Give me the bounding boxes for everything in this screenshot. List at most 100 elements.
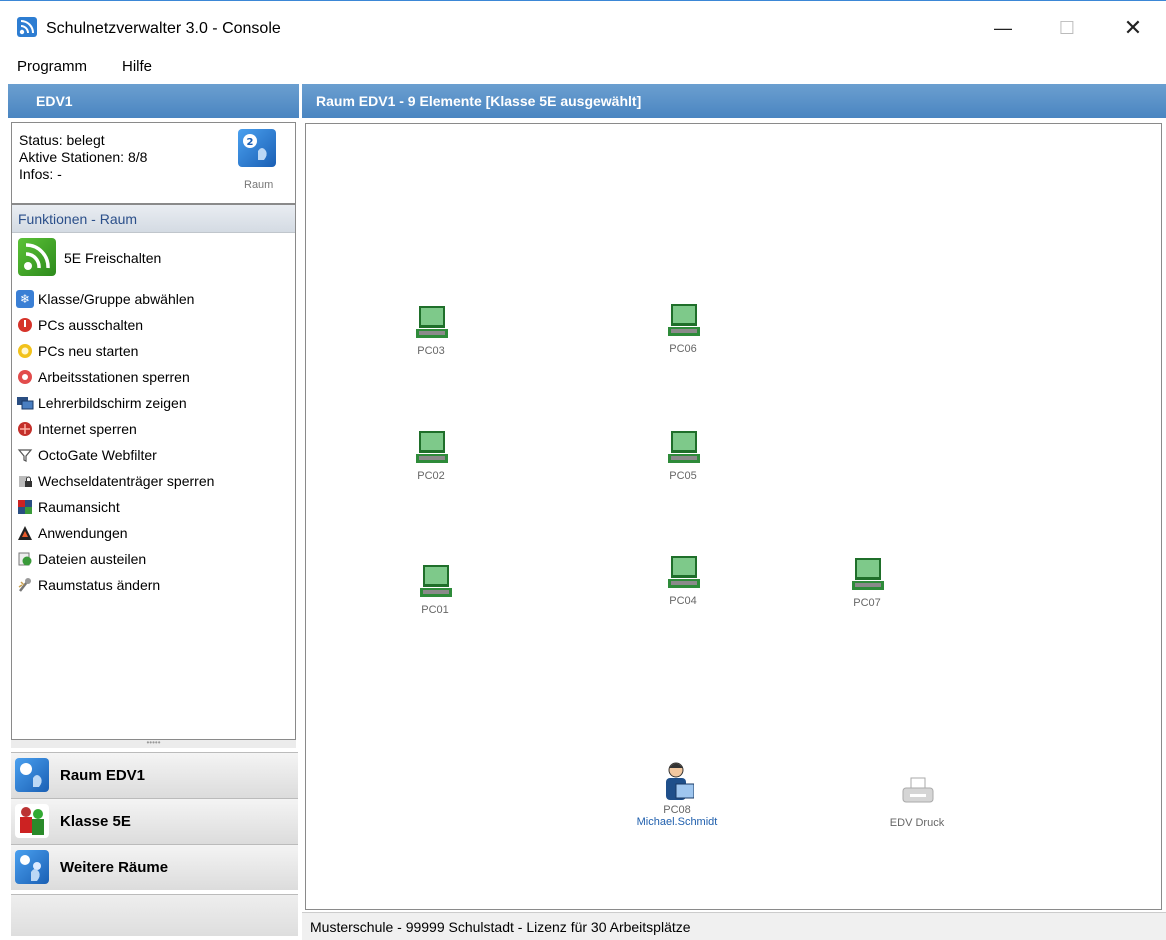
filter-icon — [16, 446, 34, 464]
func-label: Arbeitsstationen sperren — [38, 369, 190, 385]
block-internet-icon — [16, 420, 34, 438]
station-label: PC08 — [663, 804, 691, 816]
station-label: PC07 — [853, 597, 881, 609]
func-label: Raumansicht — [38, 499, 120, 515]
room-icon — [15, 758, 49, 792]
station-pc05[interactable]: PC05 — [648, 429, 718, 489]
freischalten-button[interactable]: 5E Freischalten — [18, 238, 288, 278]
laptop-icon — [668, 304, 700, 336]
station-pc07[interactable]: PC07 — [832, 556, 902, 616]
active-stations: Aktive Stationen: 8/8 — [19, 149, 148, 165]
laptop-icon — [668, 431, 700, 463]
func-wechseldatentraeger[interactable]: Wechseldatenträger sperren — [16, 470, 291, 492]
station-label: PC05 — [669, 470, 697, 482]
func-klasse-abwaehlen[interactable]: ❄ Klasse/Gruppe abwählen — [16, 288, 291, 310]
nav-raum-edv1[interactable]: Raum EDV1 — [11, 752, 298, 798]
room-view-icon — [16, 498, 34, 516]
minimize-button[interactable]: — — [980, 11, 1026, 45]
laptop-icon — [668, 556, 700, 588]
show-screen-icon — [16, 394, 34, 412]
lock-workstation-icon — [16, 368, 34, 386]
station-label: PC02 — [417, 470, 445, 482]
nav-klasse-5e[interactable]: Klasse 5E — [11, 798, 298, 844]
maximize-button[interactable]: ☐ — [1044, 11, 1090, 45]
func-arbeitsstationen-sperren[interactable]: Arbeitsstationen sperren — [16, 366, 291, 388]
room-view-header: Raum EDV1 - 9 Elemente [Klasse 5E ausgew… — [302, 84, 1166, 118]
laptop-icon — [420, 565, 452, 597]
func-label: Anwendungen — [38, 525, 128, 541]
freischalten-label: 5E Freischalten — [64, 250, 162, 266]
room-status: Status: belegt — [19, 132, 105, 148]
functions-header: Funktionen - Raum — [12, 205, 295, 233]
station-label: PC04 — [669, 595, 697, 607]
func-webfilter[interactable]: OctoGate Webfilter — [16, 444, 291, 466]
station-pc02[interactable]: PC02 — [396, 429, 466, 489]
more-rooms-icon — [15, 850, 49, 884]
printer-icon — [902, 777, 934, 803]
menu-programm[interactable]: Programm — [17, 58, 87, 75]
deselect-group-icon: ❄ — [16, 290, 34, 308]
nav-label: Raum EDV1 — [60, 767, 146, 784]
func-anwendungen[interactable]: Anwendungen — [16, 522, 291, 544]
restart-icon — [16, 342, 34, 360]
nav-label: Klasse 5E — [60, 813, 131, 830]
left-panel: EDV1 Status: belegt Aktive Stationen: 8/… — [8, 84, 299, 940]
func-dateien-austeilen[interactable]: Dateien austeilen — [16, 548, 291, 570]
room-header: EDV1 — [8, 84, 299, 118]
func-label: PCs ausschalten — [38, 317, 144, 333]
station-pc01[interactable]: PC01 — [400, 563, 470, 623]
menu-hilfe[interactable]: Hilfe — [122, 58, 152, 75]
room-info: Status: belegt Aktive Stationen: 8/8 Inf… — [11, 122, 296, 204]
change-status-icon — [16, 576, 34, 594]
laptop-icon — [852, 558, 884, 590]
func-label: Raumstatus ändern — [38, 577, 161, 593]
title-bar: Schulnetzverwalter 3.0 - Console — ☐ ✕ — [0, 0, 1166, 52]
panel-splitter[interactable]: ••••• — [11, 739, 296, 748]
status-bar: Musterschule - 99999 Schulstadt - Lizenz… — [302, 912, 1166, 940]
svg-text:2: 2 — [247, 137, 254, 148]
station-pc08-teacher[interactable]: PC08 Michael.Schmidt — [637, 762, 717, 828]
func-label: Lehrerbildschirm zeigen — [38, 395, 187, 411]
station-label: PC01 — [421, 604, 449, 616]
func-pcs-ausschalten[interactable]: PCs ausschalten — [16, 314, 291, 336]
station-pc06[interactable]: PC06 — [648, 302, 718, 362]
nav-weitere-raeume[interactable]: Weitere Räume — [11, 844, 298, 890]
func-raumansicht[interactable]: Raumansicht — [16, 496, 291, 518]
func-label: Wechseldatenträger sperren — [38, 473, 215, 489]
applications-icon — [16, 524, 34, 542]
power-off-icon — [16, 316, 34, 334]
teacher-icon — [666, 762, 694, 800]
distribute-files-icon — [16, 550, 34, 568]
station-printer[interactable]: EDV Druck — [882, 776, 952, 836]
func-label: PCs neu starten — [38, 343, 139, 359]
close-button[interactable]: ✕ — [1110, 11, 1156, 45]
lock-usb-icon — [16, 472, 34, 490]
func-pcs-neustarten[interactable]: PCs neu starten — [16, 340, 291, 362]
station-pc03[interactable]: PC03 — [396, 304, 466, 364]
func-raumstatus[interactable]: Raumstatus ändern — [16, 574, 291, 596]
menu-bar: Programm Hilfe — [0, 52, 1166, 82]
room-canvas: PC03 PC06 PC02 PC05 PC01 PC04 PC07 PC08 … — [305, 123, 1162, 910]
room-icon-label: Raum — [244, 179, 274, 191]
nav-label: Weitere Räume — [60, 859, 169, 876]
laptop-icon — [416, 431, 448, 463]
station-label: PC06 — [669, 343, 697, 355]
logged-in-user[interactable]: Michael.Schmidt — [617, 816, 737, 828]
functions-panel: Funktionen - Raum 5E Freischalten ❄ Klas… — [11, 204, 296, 740]
window-title: Schulnetzverwalter 3.0 - Console — [46, 20, 281, 37]
func-label: OctoGate Webfilter — [38, 447, 157, 463]
func-internet-sperren[interactable]: Internet sperren — [16, 418, 291, 440]
app-signal-icon — [17, 17, 37, 37]
station-pc04[interactable]: PC04 — [648, 554, 718, 614]
station-label: PC03 — [417, 345, 445, 357]
room-icon[interactable]: 2 — [238, 129, 276, 167]
signal-icon — [18, 238, 56, 276]
func-lehrerbildschirm[interactable]: Lehrerbildschirm zeigen — [16, 392, 291, 414]
func-label: Klasse/Gruppe abwählen — [38, 291, 195, 307]
laptop-icon — [416, 306, 448, 338]
room-infos: Infos: - — [19, 166, 62, 182]
nav-footer — [11, 894, 298, 936]
func-label: Internet sperren — [38, 421, 137, 437]
class-icon — [15, 804, 49, 838]
func-label: Dateien austeilen — [38, 551, 147, 567]
